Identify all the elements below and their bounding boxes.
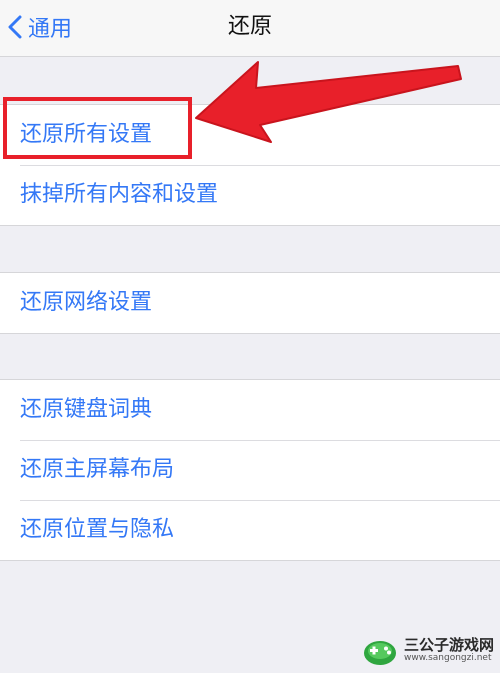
game-controller-logo-icon	[363, 641, 396, 665]
watermark-name: 三公子游戏网	[403, 636, 494, 655]
red-arrow-icon	[195, 61, 462, 143]
watermark: 三公子游戏网 www.sangongzi.net	[362, 633, 494, 669]
watermark-url: www.sangongzi.net	[403, 653, 492, 664]
